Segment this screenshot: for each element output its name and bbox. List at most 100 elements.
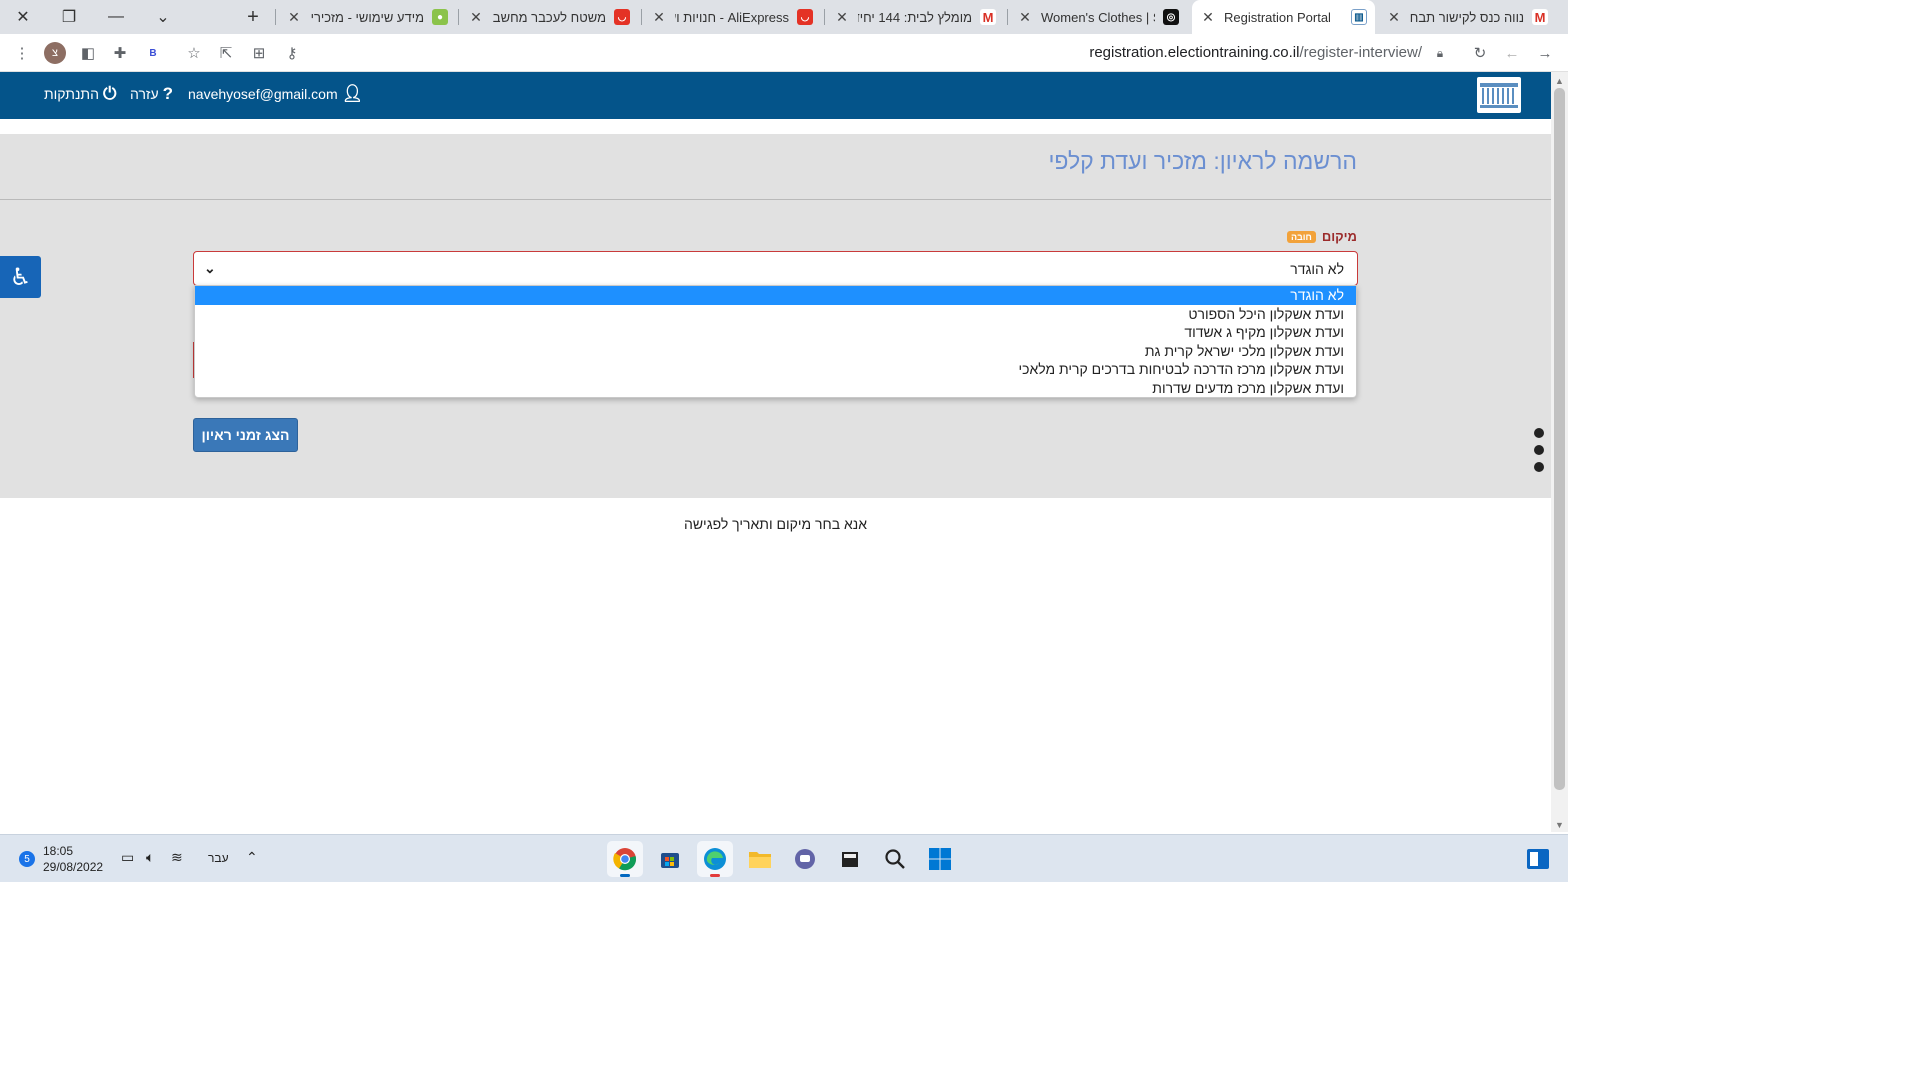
back-arrow-icon[interactable]: → — [1533, 41, 1557, 65]
accessibility-button[interactable]: ♿︎ — [0, 256, 41, 298]
scroll-down-arrow-icon[interactable]: ▼ — [1555, 820, 1564, 830]
tab-shein[interactable]: ✕ Women's Clothes | Sh ◎ — [1009, 0, 1187, 34]
location-option[interactable]: ועדת אשקלון מרכז מדעים שדרות — [195, 379, 1356, 398]
browser-tab-strip: ✕ ❐ — ⌄ + ✕ מידע שימושי - מזכירי ● ✕ משט… — [0, 0, 1568, 34]
tab-close-icon[interactable]: ✕ — [468, 9, 484, 26]
more-options-dots[interactable] — [1534, 428, 1546, 479]
tab-separator — [275, 9, 276, 25]
page-scrollbar[interactable]: ▲ ▼ — [1551, 72, 1568, 832]
taskbar-file-explorer-button[interactable] — [742, 841, 778, 877]
location-select[interactable]: לא הוגדר ⌄ — [193, 251, 1358, 286]
show-hidden-icons-chevron-icon[interactable]: ⌃ — [246, 849, 258, 866]
taskbar-edge-button[interactable] — [697, 841, 733, 877]
tab-useful-info[interactable]: ✕ מידע שימושי - מזכירי ● — [278, 0, 456, 34]
location-option[interactable]: לא הוגדר — [195, 286, 1356, 305]
location-option[interactable]: ועדת אשקלון מרכז הדרכה לבטיחות בדרכים קר… — [195, 360, 1356, 379]
url-field[interactable]: registration.electiontraining.co.il/regi… — [1089, 44, 1422, 61]
wifi-icon[interactable]: ≋ — [171, 849, 183, 866]
share-icon[interactable]: ⇱ — [214, 41, 238, 65]
location-option[interactable]: ועדת אשקלון מקיף ג אשדוד — [195, 323, 1356, 342]
notification-count-badge[interactable]: 5 — [19, 851, 35, 867]
reload-icon[interactable]: ↻ — [1468, 41, 1492, 65]
power-icon: ⏻ — [102, 84, 117, 103]
taskbar-widgets-button[interactable] — [1520, 841, 1556, 877]
tab-close-icon[interactable]: ✕ — [286, 9, 302, 26]
chat-icon — [795, 849, 815, 869]
show-interview-times-button[interactable]: הצג זמני ראיון — [193, 418, 298, 452]
taskbar-store-button[interactable] — [652, 841, 688, 877]
tab-aliexpress[interactable]: ✕ AliExpress - חנויות ועוד ◡ — [643, 0, 821, 34]
tab-separator — [458, 9, 459, 25]
parliament-building-icon — [1480, 83, 1518, 108]
taskbar-app-button[interactable] — [832, 841, 868, 877]
url-path: /register-interview/ — [1299, 44, 1422, 61]
help-link[interactable]: עזרה ? — [130, 84, 173, 104]
required-badge: חובה — [1286, 230, 1316, 243]
battery-icon[interactable]: ▭ — [121, 849, 134, 866]
tab-title: משטח לעכבר מחשב ג — [492, 9, 606, 25]
menu-dots-icon[interactable]: ⋮ — [10, 41, 34, 65]
shein-icon: ◎ — [1163, 9, 1179, 25]
location-option[interactable]: ועדת אשקלון מלכי ישראל קרית גת — [195, 342, 1356, 361]
password-key-icon[interactable]: ⚷ — [280, 41, 304, 65]
extension-b-icon[interactable]: B — [141, 41, 165, 65]
new-tab-button[interactable]: + — [238, 0, 268, 34]
forward-arrow-icon[interactable]: ← — [1500, 41, 1524, 65]
location-dropdown-list: לא הוגדר ועדת אשקלון היכל הספורט ועדת אש… — [194, 285, 1357, 398]
taskbar-clock[interactable]: 18:05 29/08/2022 — [43, 843, 103, 875]
taskbar-chrome-button[interactable] — [607, 841, 643, 877]
tab-registration-portal[interactable]: ✕ Registration Portal ▥ — [1192, 0, 1375, 34]
dot-icon — [1534, 462, 1544, 472]
url-host: registration.electiontraining.co.il — [1089, 44, 1300, 61]
location-field-label: מיקום חובה — [1286, 229, 1357, 244]
tab-close-icon[interactable]: ✕ — [1386, 9, 1402, 26]
tab-separator — [824, 9, 825, 25]
scroll-up-arrow-icon[interactable]: ▲ — [1555, 76, 1564, 86]
extensions-puzzle-icon[interactable]: ✚ — [108, 41, 132, 65]
location-label: מיקום — [1321, 229, 1357, 244]
translate-icon[interactable]: ⊞ — [247, 41, 271, 65]
user-account-link[interactable]: navehyosef@gmail.com 👤︎ — [188, 84, 363, 104]
tab-close-icon[interactable]: ✕ — [834, 9, 850, 26]
location-option[interactable]: ועדת אשקלון היכל הספורט — [195, 305, 1356, 324]
browser-toolbar: ⋮ צ ◧ ✚ B ☆ ⇱ ⊞ ⚷ registration.electiont… — [0, 34, 1568, 72]
tab-separator — [641, 9, 642, 25]
window-restore-button[interactable]: ❐ — [46, 0, 92, 34]
taskbar-teams-button[interactable] — [787, 841, 823, 877]
input-language-indicator[interactable]: עבר — [208, 851, 229, 865]
tab-gmail-naveh[interactable]: ✕ נווה כנס לקישור תבחר M — [1378, 0, 1556, 34]
lock-icon[interactable]: 🔒︎ — [1428, 41, 1452, 65]
tab-close-icon[interactable]: ✕ — [1017, 9, 1033, 26]
search-icon — [885, 849, 905, 869]
aliexpress-icon: ◡ — [797, 9, 813, 25]
bookmark-star-icon[interactable]: ☆ — [182, 41, 206, 65]
tab-mouse-pad[interactable]: ✕ משטח לעכבר מחשב ג ◡ — [460, 0, 638, 34]
taskbar-search-button[interactable] — [877, 841, 913, 877]
site-logo[interactable] — [1477, 77, 1521, 113]
logout-label: התנתקות — [44, 86, 99, 102]
active-app-indicator — [710, 874, 720, 877]
edge-icon — [704, 848, 726, 870]
tab-gmail-recommended[interactable]: ✕ מומלץ לבית: 144 יחידו M — [826, 0, 1004, 34]
tab-title: נווה כנס לקישור תבחר — [1410, 9, 1524, 25]
logout-link[interactable]: התנתקות ⏻ — [44, 84, 116, 104]
tab-title: Registration Portal — [1224, 9, 1331, 25]
tab-close-icon[interactable]: ✕ — [651, 9, 667, 26]
minimize-icon: — — [108, 8, 124, 25]
tab-search-button[interactable]: ⌄ — [140, 0, 186, 34]
windows-taskbar: 5 18:05 29/08/2022 ▭ 🔈︎ ≋ עבר ⌃ — [0, 834, 1568, 882]
window-minimize-button[interactable]: — — [93, 0, 139, 34]
tab-close-icon[interactable]: ✕ — [1200, 9, 1216, 26]
active-app-indicator — [620, 874, 630, 877]
chrome-icon — [613, 848, 637, 871]
windows-logo-icon — [929, 848, 951, 870]
taskbar-start-button[interactable] — [922, 841, 958, 877]
clock-date: 29/08/2022 — [43, 860, 104, 874]
volume-icon[interactable]: 🔈︎ — [146, 849, 154, 866]
gmail-icon: M — [980, 9, 996, 25]
scrollbar-thumb[interactable] — [1554, 88, 1565, 790]
profile-avatar[interactable]: צ — [44, 42, 66, 64]
side-panel-icon[interactable]: ◧ — [76, 41, 100, 65]
window-close-button[interactable]: ✕ — [0, 0, 46, 34]
gmail-icon: M — [1532, 9, 1548, 25]
